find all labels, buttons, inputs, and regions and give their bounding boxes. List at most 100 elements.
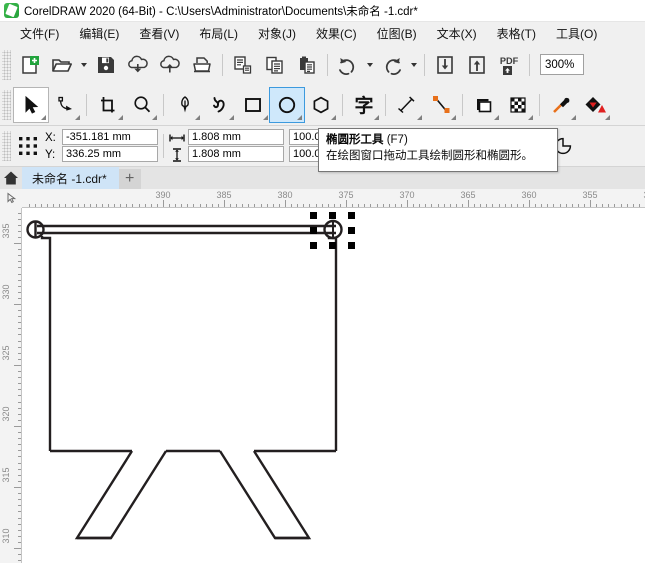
- selection-handle-sw[interactable]: [310, 242, 317, 249]
- toolbar-grip[interactable]: [2, 49, 11, 80]
- fill-tool-button[interactable]: [578, 88, 612, 122]
- ruler-tick: [18, 456, 21, 457]
- menu-effects[interactable]: 效果(C): [306, 22, 367, 45]
- selection-handle-e[interactable]: [348, 227, 355, 234]
- selection-handle-nw[interactable]: [310, 212, 317, 219]
- ruler-tick: [18, 450, 21, 451]
- dimension-tool-icon: [398, 96, 415, 114]
- ruler-tick: [316, 204, 317, 207]
- zoom-tool-button[interactable]: [125, 88, 159, 122]
- text-tool-button[interactable]: 字: [347, 88, 381, 122]
- redo-dropdown[interactable]: [408, 49, 420, 81]
- undo-button[interactable]: [332, 49, 364, 81]
- ruler-origin-icon: [7, 192, 16, 204]
- tooltip: 椭圆形工具 (F7) 在绘图窗口拖动工具绘制圆形和椭圆形。: [318, 128, 558, 172]
- ruler-tick: [303, 204, 304, 207]
- ruler-tick: [431, 204, 432, 207]
- selection-handle-se[interactable]: [348, 242, 355, 249]
- open-document-dropdown[interactable]: [78, 49, 90, 81]
- pick-tool-button[interactable]: [13, 87, 49, 123]
- ruler-tick: [206, 204, 207, 207]
- save-document-button[interactable]: [90, 49, 122, 81]
- menu-object[interactable]: 对象(J): [248, 22, 306, 45]
- menu-text[interactable]: 文本(X): [427, 22, 487, 45]
- object-origin-icon[interactable]: [16, 134, 40, 158]
- drawing-canvas[interactable]: [22, 208, 645, 563]
- open-document-button[interactable]: [46, 49, 78, 81]
- object-height-input[interactable]: 1.808 mm: [188, 146, 284, 162]
- undo-dropdown[interactable]: [364, 49, 376, 81]
- x-position-input[interactable]: -351.181 mm: [62, 129, 158, 145]
- ellipse-tool-button[interactable]: [269, 87, 305, 123]
- home-button[interactable]: [0, 167, 22, 189]
- shadow-tool-button[interactable]: [467, 88, 501, 122]
- import-button[interactable]: [429, 49, 461, 81]
- menu-file[interactable]: 文件(F): [10, 22, 69, 45]
- toolbox-separator-5: [462, 94, 463, 116]
- copy-button[interactable]: [259, 49, 291, 81]
- save-document-icon: [98, 56, 114, 73]
- cloud-download-button[interactable]: [122, 49, 154, 81]
- connector-tool-button[interactable]: [424, 88, 458, 122]
- print-button[interactable]: [186, 49, 218, 81]
- ruler-tick: [517, 204, 518, 207]
- selection-handle-ne[interactable]: [348, 212, 355, 219]
- paste-button[interactable]: [291, 49, 323, 81]
- selection-handle-s[interactable]: [329, 242, 336, 249]
- menu-layout[interactable]: 布局(L): [189, 22, 248, 45]
- document-tab[interactable]: 未命名 -1.cdr*: [22, 167, 119, 189]
- color-eyedropper-button[interactable]: [544, 88, 578, 122]
- rectangle-tool-button[interactable]: [236, 88, 270, 122]
- ruler-label: 365: [460, 190, 476, 200]
- object-width-input[interactable]: 1.808 mm: [188, 129, 284, 145]
- ruler-tick: [18, 274, 21, 275]
- toolbar-separator-1: [222, 53, 223, 76]
- pen-tool-button[interactable]: [168, 88, 202, 122]
- freehand-tool-button[interactable]: [202, 88, 236, 122]
- ruler-tick: [377, 204, 378, 207]
- fill-tool-icon: [585, 97, 606, 113]
- dimension-tool-button[interactable]: [390, 88, 424, 122]
- vertical-ruler[interactable]: 335 330 325 320 315 310: [0, 208, 22, 563]
- ruler-tick: [18, 438, 21, 439]
- ruler-tick: [621, 204, 622, 207]
- ruler-tick: [425, 204, 426, 207]
- ruler-tick: [486, 204, 487, 207]
- cloud-upload-button[interactable]: [154, 49, 186, 81]
- ruler-tick: [248, 204, 249, 207]
- ruler-origin[interactable]: [0, 189, 22, 208]
- y-position-input[interactable]: 336.25 mm: [62, 146, 158, 162]
- shape-tool-button[interactable]: [48, 88, 82, 122]
- redo-button[interactable]: [376, 49, 408, 81]
- crop-tool-button[interactable]: [91, 88, 125, 122]
- new-document-button[interactable]: [14, 49, 46, 81]
- property-bar-grip[interactable]: [2, 131, 11, 161]
- ruler-major-tick: [224, 200, 225, 207]
- selection-handle-n[interactable]: [329, 212, 336, 219]
- menu-edit[interactable]: 编辑(E): [69, 22, 129, 45]
- ruler-tick: [132, 204, 133, 207]
- menu-view[interactable]: 查看(V): [129, 22, 189, 45]
- ruler-label: 355: [582, 190, 598, 200]
- transparency-tool-button[interactable]: [501, 88, 535, 122]
- polygon-tool-button[interactable]: [304, 88, 338, 122]
- menu-tools[interactable]: 工具(O): [546, 22, 607, 45]
- toolbox-grip[interactable]: [2, 90, 11, 120]
- window-title: CorelDRAW 2020 (64-Bit) - C:\Users\Admin…: [24, 5, 418, 18]
- ruler-tick: [18, 237, 21, 238]
- selection-handle-w[interactable]: [310, 227, 317, 234]
- menu-bitmaps[interactable]: 位图(B): [367, 22, 427, 45]
- ruler-major-tick: [14, 243, 21, 244]
- menu-table[interactable]: 表格(T): [487, 22, 546, 45]
- ruler-tick: [505, 204, 506, 207]
- ruler-tick: [18, 542, 21, 543]
- new-document-tab-button[interactable]: +: [118, 169, 141, 189]
- zoom-level-input[interactable]: 300%: [540, 54, 584, 75]
- ruler-tick: [84, 204, 85, 207]
- horizontal-ruler[interactable]: 390385380375370365360355350345340: [0, 189, 645, 208]
- ruler-tick: [18, 524, 21, 525]
- export-pdf-button[interactable]: PDF: [493, 49, 525, 81]
- export-button[interactable]: [461, 49, 493, 81]
- toolbar-separator-2: [327, 53, 328, 76]
- cut-button[interactable]: [227, 49, 259, 81]
